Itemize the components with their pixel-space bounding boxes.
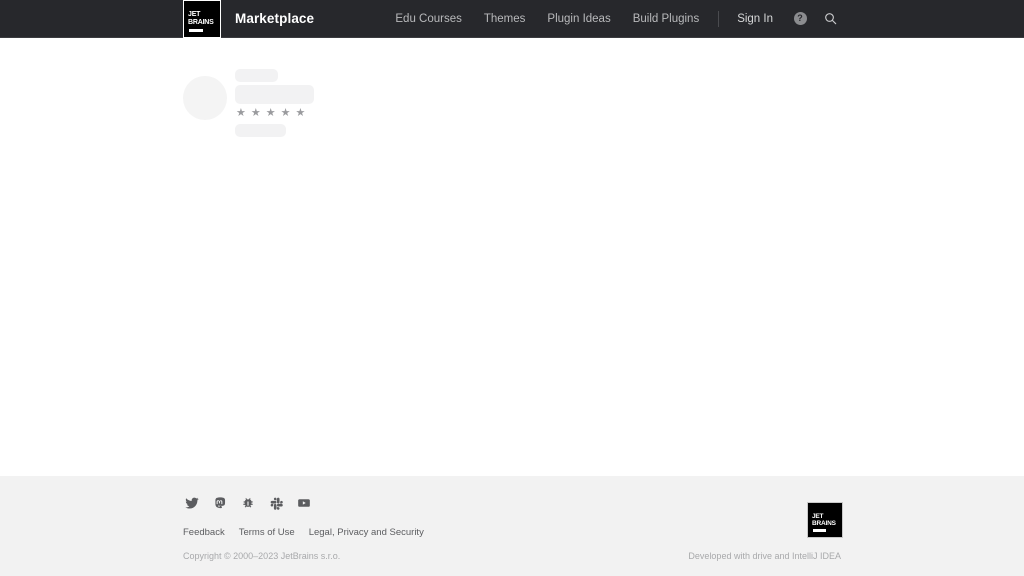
footer-links: Feedback Terms of Use Legal, Privacy and… bbox=[183, 527, 424, 538]
star-icon: ★ bbox=[280, 107, 291, 119]
star-icon: ★ bbox=[250, 107, 261, 119]
site-header: JET BRAINS Marketplace Edu Courses Theme… bbox=[0, 0, 1024, 38]
nav-item-plugin-ideas[interactable]: Plugin Ideas bbox=[536, 0, 621, 38]
footer-logo-line-1: JET bbox=[812, 513, 824, 520]
skeleton-avatar bbox=[183, 76, 227, 120]
footer-link-terms-of-use[interactable]: Terms of Use bbox=[239, 527, 295, 538]
skeleton-bar-meta bbox=[235, 124, 286, 137]
jetbrains-logo-icon[interactable]: JET BRAINS bbox=[183, 0, 221, 38]
logo-line-1: JET bbox=[188, 11, 201, 18]
youtube-icon[interactable] bbox=[297, 496, 311, 510]
page-root: JET BRAINS Marketplace Edu Courses Theme… bbox=[0, 0, 1024, 576]
footer-inner: Feedback Terms of Use Legal, Privacy and… bbox=[0, 476, 1024, 576]
header-inner: JET BRAINS Marketplace Edu Courses Theme… bbox=[0, 0, 1024, 38]
nav-item-build-plugins[interactable]: Build Plugins bbox=[622, 0, 710, 38]
site-title[interactable]: Marketplace bbox=[235, 0, 314, 38]
copyright-text: Copyright © 2000–2023 JetBrains s.r.o. bbox=[183, 551, 341, 561]
nav-item-themes[interactable]: Themes bbox=[473, 0, 537, 38]
star-icon: ★ bbox=[295, 107, 306, 119]
bug-icon[interactable] bbox=[241, 496, 255, 510]
footer-link-legal-privacy-security[interactable]: Legal, Privacy and Security bbox=[309, 527, 424, 538]
sign-in-link[interactable]: Sign In bbox=[727, 0, 783, 38]
social-links bbox=[185, 496, 311, 510]
help-button[interactable]: ? bbox=[787, 0, 813, 38]
rating-stars: ★ ★ ★ ★ ★ bbox=[236, 108, 314, 119]
footer-logo-line-2: BRAINS bbox=[812, 520, 836, 527]
slack-icon[interactable] bbox=[269, 496, 283, 510]
mastodon-icon[interactable] bbox=[213, 496, 227, 510]
skeleton-bar-title bbox=[235, 69, 278, 82]
footer-jetbrains-logo-icon[interactable]: JET BRAINS bbox=[807, 502, 843, 538]
logo-line-2: BRAINS bbox=[188, 18, 214, 26]
main-content: ★ ★ ★ ★ ★ bbox=[0, 38, 1024, 476]
nav-item-edu-courses[interactable]: Edu Courses bbox=[384, 0, 472, 38]
nav-divider bbox=[718, 10, 720, 27]
logo-underline bbox=[189, 28, 203, 32]
star-icon: ★ bbox=[265, 107, 276, 119]
search-button[interactable] bbox=[817, 0, 843, 38]
footer-logo-underline bbox=[813, 529, 826, 532]
help-circle-icon: ? bbox=[793, 12, 807, 25]
search-icon bbox=[824, 12, 837, 25]
star-icon: ★ bbox=[236, 107, 246, 119]
skeleton-lines: ★ ★ ★ ★ ★ bbox=[235, 67, 314, 137]
brand[interactable]: JET BRAINS Marketplace bbox=[183, 0, 314, 38]
plugin-loading-skeleton: ★ ★ ★ ★ ★ bbox=[183, 67, 314, 137]
developed-with-text: Developed with drive and IntelliJ IDEA bbox=[688, 551, 841, 561]
twitter-icon[interactable] bbox=[185, 496, 199, 510]
footer-link-feedback[interactable]: Feedback bbox=[183, 527, 225, 538]
skeleton-bar-subtitle bbox=[235, 85, 314, 104]
main-nav: Edu Courses Themes Plugin Ideas Build Pl… bbox=[384, 0, 843, 38]
site-footer: Feedback Terms of Use Legal, Privacy and… bbox=[0, 476, 1024, 576]
